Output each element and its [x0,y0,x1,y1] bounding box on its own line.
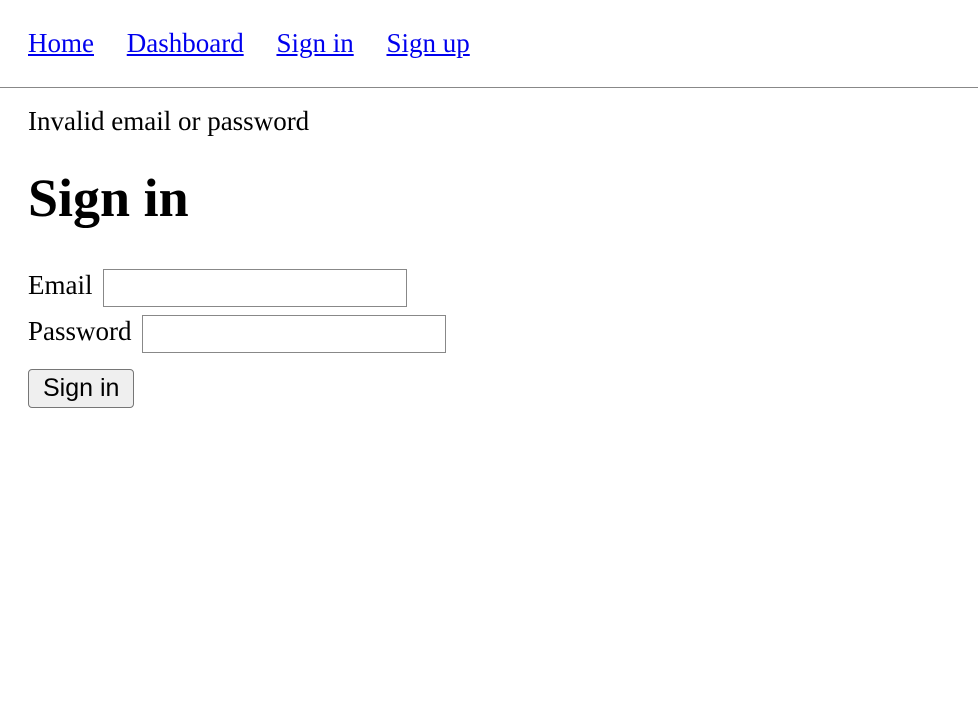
signin-button[interactable]: Sign in [28,369,134,408]
page-title: Sign in [28,167,950,229]
top-nav: Home Dashboard Sign in Sign up [0,0,978,87]
email-field[interactable] [103,269,407,307]
nav-signin-link[interactable]: Sign in [276,28,353,58]
nav-signup-link[interactable]: Sign up [386,28,469,58]
email-label: Email [28,270,92,300]
nav-dashboard-link[interactable]: Dashboard [127,28,244,58]
nav-home-link[interactable]: Home [28,28,94,58]
password-label: Password [28,316,132,346]
password-field[interactable] [142,315,446,353]
error-message: Invalid email or password [28,106,950,137]
signin-form: Email Password Sign in [28,269,950,408]
